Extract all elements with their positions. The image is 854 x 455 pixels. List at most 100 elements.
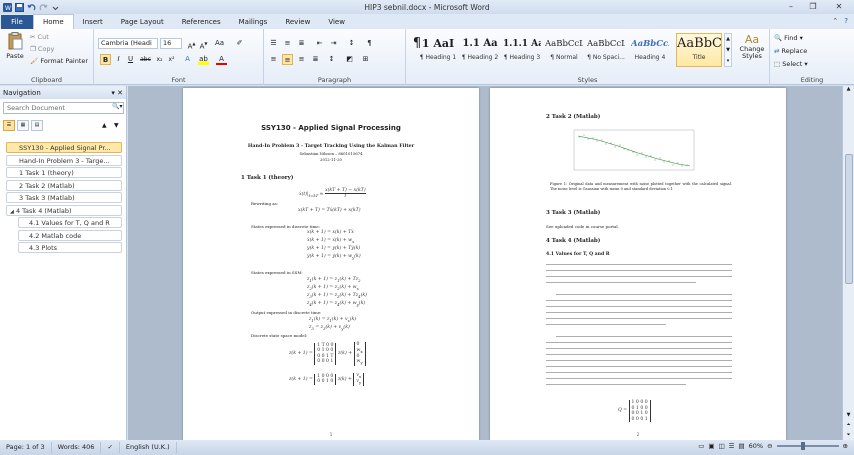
close-button[interactable]: ✕ [824, 0, 854, 13]
font-name-select[interactable]: Cambria (Headi [98, 38, 158, 49]
zoom-level[interactable]: 60% [749, 442, 763, 450]
save-icon[interactable] [15, 2, 24, 12]
select-button[interactable]: ⬚ Select ▾ [774, 60, 808, 68]
results-view-icon[interactable]: ▤ [31, 120, 43, 131]
nav-subheading-item[interactable]: 4.3 Plots [18, 242, 122, 253]
text-effects-icon[interactable]: A [182, 54, 193, 65]
scrollbar-thumb[interactable] [845, 154, 853, 284]
sort-icon[interactable]: ↕ [346, 38, 357, 49]
bold-button[interactable]: B [100, 54, 111, 65]
collapse-icon[interactable]: ◢ [10, 209, 14, 215]
zoom-in-icon[interactable]: ⊕ [843, 442, 848, 450]
align-left-icon[interactable]: ≡ [268, 54, 279, 65]
view-full-screen-icon[interactable]: ▣ [708, 442, 714, 450]
minimize-button[interactable]: – [780, 0, 802, 13]
view-draft-icon[interactable]: ▤ [738, 442, 744, 450]
nav-heading-item-expanded[interactable]: ◢ 4 Task 4 (Matlab) [6, 204, 122, 216]
replace-button[interactable]: ⇄ Replace [774, 47, 807, 55]
search-document-input[interactable]: Search Document [3, 102, 124, 114]
increase-indent-icon[interactable]: ⇥ [328, 38, 339, 49]
view-print-layout-icon[interactable]: ▭ [698, 442, 704, 450]
italic-button[interactable]: I [113, 54, 124, 65]
nav-prev-icon[interactable]: ▲ [102, 122, 107, 129]
zoom-slider-knob[interactable] [800, 442, 805, 450]
nav-subheading-item[interactable]: 4.2 Matlab code [18, 229, 122, 241]
grow-font-icon[interactable]: A▲ [186, 38, 197, 50]
document-page-1[interactable]: SSY130 - Applied Signal Processing Hand-… [183, 88, 479, 440]
proofing-icon[interactable]: ✓ [101, 442, 120, 453]
view-web-layout-icon[interactable]: ◫ [719, 442, 725, 450]
tab-home[interactable]: Home [33, 14, 74, 29]
strikethrough-button[interactable]: abc [140, 54, 151, 65]
font-size-select[interactable]: 16 [160, 38, 182, 49]
nav-subheading-item[interactable]: 4.1 Values for T, Q and R [18, 217, 122, 228]
shading-icon[interactable]: ◩ [344, 54, 355, 65]
nav-heading-item[interactable]: SSY130 - Applied Signal Pr... [6, 142, 122, 153]
paste-button[interactable]: Paste [5, 32, 25, 60]
style-tile-heading-2[interactable]: 1.1 Aa ¶ Heading 2 [460, 33, 500, 67]
view-outline-icon[interactable]: ☰ [729, 442, 735, 450]
document-area[interactable]: SSY130 - Applied Signal Processing Hand-… [128, 86, 842, 440]
copy-button[interactable]: ❐ Copy [30, 45, 54, 53]
undo-icon[interactable] [27, 3, 36, 12]
nav-close-icon[interactable]: ✕ [117, 89, 123, 97]
font-color-icon[interactable]: A [216, 54, 227, 65]
zoom-out-icon[interactable]: ⊖ [767, 442, 772, 450]
style-tile-heading-4[interactable]: AaBbCcD Heading 4 [630, 33, 670, 67]
style-tile-heading-3[interactable]: 1.1.1 Aa ¶ Heading 3 [502, 33, 542, 67]
cut-button[interactable]: ✂ Cut [30, 33, 49, 41]
styles-scroll[interactable]: ▲ ▼ ▾ [724, 33, 732, 67]
style-tile-no-spacing[interactable]: AaBbCcL ¶ No Spaci... [586, 33, 626, 67]
document-page-2[interactable]: 2 Task 2 (Matlab) Figure 1: Original dat… [490, 88, 786, 440]
scroll-up-icon[interactable]: ▲ [843, 86, 854, 92]
tab-review[interactable]: Review [276, 15, 319, 29]
zoom-slider[interactable] [776, 442, 839, 450]
nav-heading-item[interactable]: 2 Task 2 (Matlab) [6, 179, 122, 191]
nav-heading-item[interactable]: 3 Task 3 (Matlab) [6, 192, 122, 203]
underline-button[interactable]: U [125, 54, 136, 65]
line-spacing-icon[interactable]: ↕ [326, 54, 337, 65]
find-button[interactable]: 🔍 Find ▾ [774, 34, 803, 42]
style-tile-normal[interactable]: AaBbCcL ¶ Normal [544, 33, 584, 67]
tab-page-layout[interactable]: Page Layout [112, 15, 173, 29]
borders-icon[interactable]: ⊞ [360, 54, 371, 65]
tab-view[interactable]: View [319, 15, 354, 29]
redo-icon[interactable] [39, 3, 48, 12]
previous-page-icon[interactable]: ⏶ [843, 422, 854, 428]
format-painter-button[interactable]: 🖌 Format Painter [30, 57, 88, 65]
show-formatting-icon[interactable]: ¶ [364, 38, 375, 49]
language-status[interactable]: English (U.K.) [120, 442, 177, 453]
nav-heading-item[interactable]: Hand-In Problem 3 - Targe... [6, 154, 122, 166]
customize-qat-icon[interactable] [51, 3, 60, 12]
subscript-button[interactable]: x₂ [154, 54, 165, 65]
change-styles-button[interactable]: Aa Change Styles [736, 33, 768, 60]
tab-references[interactable]: References [173, 15, 230, 29]
tab-insert[interactable]: Insert [74, 15, 112, 29]
tab-mailings[interactable]: Mailings [230, 15, 277, 29]
scroll-down-icon[interactable]: ▼ [843, 412, 854, 418]
shrink-font-icon[interactable]: A▼ [198, 38, 209, 50]
bullets-icon[interactable]: ☰ [268, 38, 279, 49]
headings-view-icon[interactable]: ☰ [3, 120, 15, 131]
numbering-icon[interactable]: ≡ [282, 38, 293, 49]
page-count-status[interactable]: Page: 1 of 3 [0, 442, 52, 453]
style-tile-heading-1[interactable]: 1 AaI ¶ Heading 1 [418, 33, 458, 67]
search-icon[interactable]: 🔍▾ [112, 103, 122, 110]
pages-view-icon[interactable]: ▦ [17, 120, 29, 131]
highlight-icon[interactable]: ab [198, 54, 209, 65]
justify-icon[interactable]: ≣ [310, 54, 321, 65]
nav-heading-item[interactable]: 1 Task 1 (theory) [6, 167, 122, 178]
style-tile-title[interactable]: AaBbC Title [676, 33, 722, 67]
help-icon[interactable]: ? [844, 17, 848, 25]
next-page-icon[interactable]: ⏷ [843, 432, 854, 438]
nav-next-icon[interactable]: ▼ [114, 122, 119, 129]
align-right-icon[interactable]: ≡ [296, 54, 307, 65]
tab-file[interactable]: File [1, 15, 33, 29]
nav-menu-icon[interactable]: ▾ [111, 89, 115, 97]
align-center-icon[interactable]: ≡ [282, 54, 293, 65]
minimize-ribbon-icon[interactable]: ⌃ [832, 17, 838, 25]
multilevel-list-icon[interactable]: ≣ [296, 38, 307, 49]
clear-formatting-icon[interactable]: ✐ [234, 38, 245, 49]
decrease-indent-icon[interactable]: ⇤ [314, 38, 325, 49]
word-app-icon[interactable]: W [3, 2, 12, 12]
